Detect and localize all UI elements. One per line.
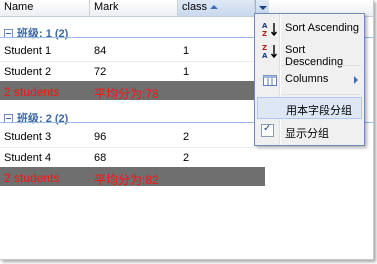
column-header-name-label: Name [4,1,34,13]
columns-icon [263,75,277,86]
menu-item-group-by-field[interactable]: 用本字段分组 [257,97,362,119]
menu-item-label: Columns [285,73,329,85]
submenu-arrow-icon [354,76,358,84]
table-row[interactable]: Student 2 72 1 [0,61,255,83]
cell-class: 2 [183,131,190,143]
column-header-mark[interactable]: Mark [90,0,178,16]
cell-name: Student 3 [4,131,52,143]
column-context-menu: A Z Sort Ascending Z A Sort Descending C… [254,13,365,146]
table-row[interactable]: Student 3 96 2 [0,126,255,148]
group-header-label: 班级: 2 (2) [17,113,69,125]
summary-count: 2 students [4,85,60,99]
grid-panel: Name Mark class 班级: 1 (2) Student 1 84 1… [0,0,374,260]
column-header-mark-label: Mark [94,1,119,13]
menu-item-label: 用本字段分组 [286,105,352,117]
summary-average: 平均分为:82 [94,173,159,187]
column-header-name[interactable]: Name [0,0,90,16]
table-row[interactable]: Student 4 68 2 [0,147,255,169]
menu-item-label: Sort Ascending [285,22,359,34]
menu-item-show-groups[interactable]: 显示分组 [257,121,362,143]
svg-text:Z: Z [262,30,267,37]
cell-name: Student 4 [4,152,52,164]
group-summary-row: 2 students 平均分为:82 [0,167,265,187]
sort-ascending-icon: A Z [262,22,278,37]
cell-class: 2 [183,152,190,164]
sort-ascending-indicator-icon [210,5,219,9]
cell-mark: 84 [94,45,107,57]
group-header-label: 班级: 1 (2) [17,28,69,40]
cell-name: Student 2 [4,66,52,78]
cell-mark: 72 [94,66,107,78]
menu-item-sort-descending[interactable]: Z A Sort Descending [257,40,362,68]
cell-class: 1 [183,66,190,78]
table-row[interactable]: Student 1 84 1 [0,40,255,62]
cell-class: 1 [183,45,190,57]
cell-mark: 68 [94,152,107,164]
menu-item-sort-ascending[interactable]: A Z Sort Ascending [257,18,362,40]
column-header-class-label: class [182,1,208,13]
checkbox-checked-icon[interactable] [261,123,274,137]
menu-separator [281,65,361,66]
group-summary-row: 2 students 平均分为:78 [0,81,265,101]
svg-text:A: A [262,52,268,59]
summary-count: 2 students [4,171,60,185]
svg-text:Z: Z [262,44,267,52]
menu-item-columns[interactable]: Columns [257,69,362,91]
column-header-class[interactable]: class [178,0,255,16]
summary-average: 平均分为:78 [94,87,159,101]
svg-text:A: A [262,22,268,30]
cell-mark: 96 [94,131,107,143]
sort-descending-icon: Z A [262,44,278,59]
cell-name: Student 1 [4,45,52,57]
menu-item-label: 显示分组 [285,128,329,140]
menu-separator [281,94,361,95]
